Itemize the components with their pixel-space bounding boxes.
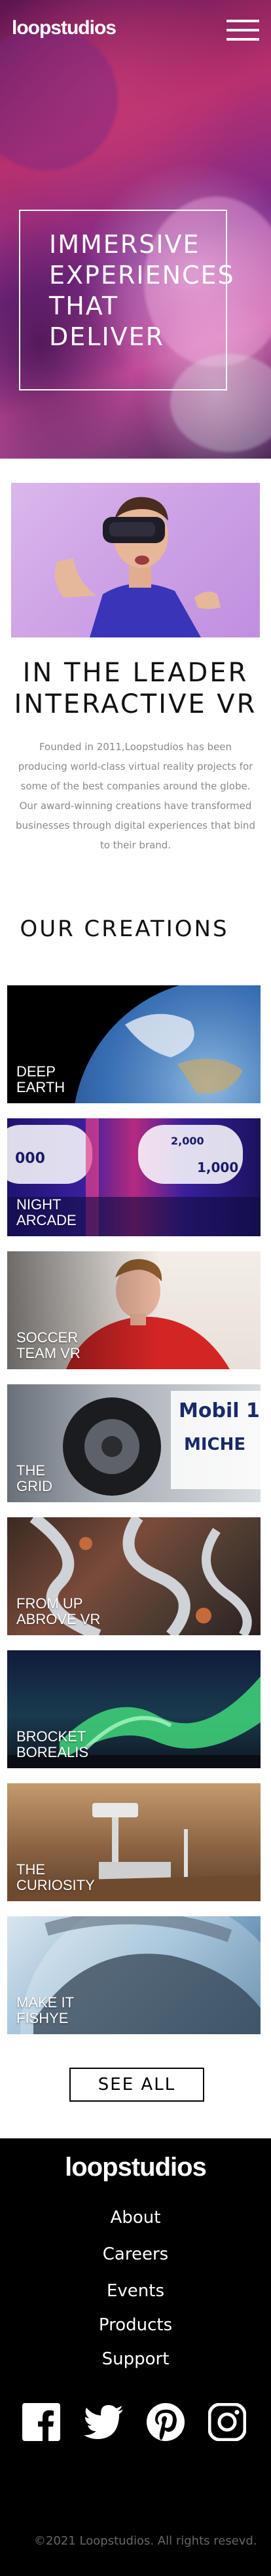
footer-nav-events[interactable]: Events	[0, 2281, 271, 2301]
creation-card-the-curiosity[interactable]: THE CURIOSITY	[7, 1783, 261, 1901]
creation-card-label: NIGHT ARCADE	[16, 1196, 77, 1228]
creation-card-night-arcade[interactable]: 000 2,000 1,000 NIGHT ARCADE	[7, 1118, 261, 1236]
creation-card-label: DEEP EARTH	[16, 1063, 65, 1095]
intro-title-line: IN THE LEADER	[22, 658, 249, 688]
intro-title-line: INTERACTIVE VR	[14, 689, 257, 719]
facebook-icon[interactable]	[22, 2403, 60, 2441]
footer-nav-careers[interactable]: Careers	[0, 2245, 271, 2264]
creation-card-deep-earth[interactable]: DEEP EARTH	[7, 985, 261, 1103]
intro-description: Founded in 2011,Loopstudios has been pro…	[16, 741, 255, 851]
footer-logo[interactable]: loopstudios	[0, 2153, 271, 2182]
svg-text:000: 000	[15, 1150, 45, 1167]
hero-headline-line: DELIVER	[49, 322, 165, 351]
creation-card-make-it-fisheye[interactable]: MAKE IT FISHYE	[7, 1916, 261, 2034]
creation-card-from-up-above-vr[interactable]: FROM UP ABROVE VR	[7, 1517, 261, 1635]
creation-card-label: SOCCER TEAM VR	[16, 1329, 81, 1361]
creation-card-label: THE GRID	[16, 1462, 52, 1494]
hero-bg-shape	[0, 26, 118, 170]
footer-nav-support[interactable]: Support	[0, 2349, 271, 2369]
svg-text:MICHE: MICHE	[184, 1435, 245, 1454]
creation-card-label: BROCKET BOREALIS	[16, 1728, 89, 1760]
hero-headline-line: IMMERSIVE	[49, 230, 200, 259]
creation-card-label: MAKE IT FISHYE	[16, 1994, 75, 2026]
hero-headline-line: EXPERIENCES	[49, 261, 235, 290]
svg-text:Mobil 1: Mobil 1	[179, 1399, 260, 1422]
creations-title: OUR CREATIONS	[20, 916, 229, 942]
vr-headset-image	[11, 483, 260, 637]
creation-card-soccer-team-vr[interactable]: SOCCER TEAM VR	[7, 1251, 261, 1369]
footer-nav-products[interactable]: Products	[0, 2315, 271, 2335]
instagram-icon[interactable]	[208, 2402, 247, 2442]
hero-headline-box: IMMERSIVE EXPERIENCES THAT DELIVER	[19, 210, 235, 390]
footer-nav-about[interactable]: About	[0, 2208, 271, 2227]
creation-card-the-grid[interactable]: Mobil 1 MICHE THE GRID	[7, 1384, 261, 1502]
creation-card-label: FROM UP ABROVE VR	[16, 1595, 101, 1627]
twitter-icon[interactable]	[82, 2403, 123, 2441]
pinterest-icon[interactable]	[147, 2403, 185, 2441]
svg-text:2,000: 2,000	[171, 1135, 204, 1147]
copyright-text: ©2021 Loopstudios. All rights resevd.	[34, 2534, 257, 2548]
hero-section: loopstudios IMMERSIVE EXPERIENCES THAT D…	[0, 0, 271, 459]
svg-text:1,000: 1,000	[197, 1160, 238, 1175]
creation-card-pocket-borealis[interactable]: BROCKET BOREALIS	[7, 1650, 261, 1768]
header-logo[interactable]: loopstudios	[12, 17, 117, 39]
creation-card-label: THE CURIOSITY	[16, 1861, 95, 1893]
see-all-button[interactable]: SEE ALL	[69, 2068, 204, 2102]
hamburger-menu-icon[interactable]	[226, 20, 259, 42]
hero-headline-line: THAT	[49, 292, 119, 320]
